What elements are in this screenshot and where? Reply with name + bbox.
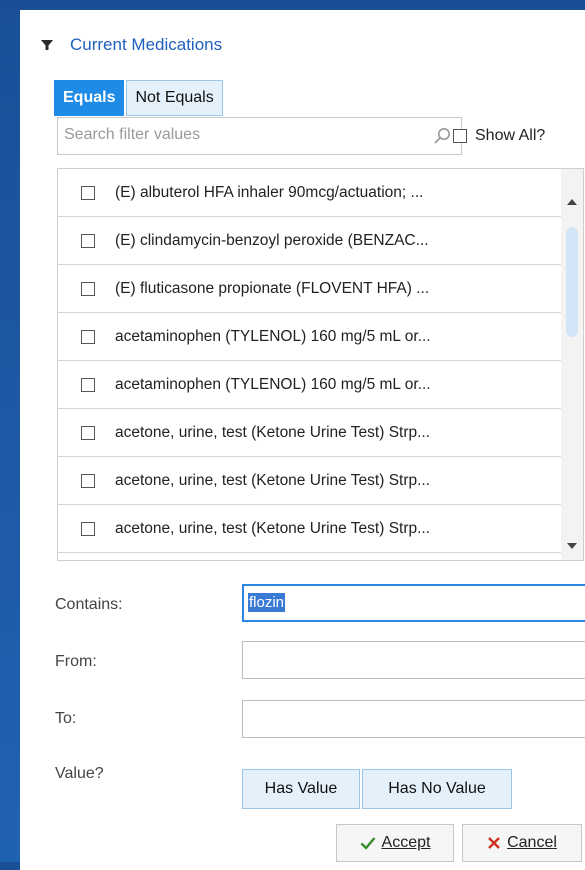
filter-funnel-icon [41, 40, 53, 50]
to-input[interactable] [242, 700, 585, 738]
close-icon [488, 837, 500, 849]
contains-label: Contains: [55, 596, 123, 613]
list-item[interactable]: (E) fluticasone propionate (FLOVENT HFA)… [58, 265, 583, 313]
contains-value: flozin [248, 593, 286, 612]
item-label: (E) albuterol HFA inhaler 90mcg/actuatio… [115, 183, 424, 201]
checkmark-icon [360, 837, 375, 850]
list-item[interactable]: acetone, urine, test (Ketone Urine Test)… [58, 505, 583, 553]
list-item[interactable]: acetaminophen (TYLENOL) 160 mg/5 mL or..… [58, 361, 583, 409]
from-input[interactable] [242, 641, 585, 679]
item-label: (E) clindamycin-benzoyl peroxide (BENZAC… [115, 231, 429, 249]
item-label: acetone, urine, test (Ketone Urine Test)… [115, 423, 431, 441]
has-no-value-button[interactable]: Has No Value [362, 769, 512, 809]
item-label: acetone, urine, test (Ketone Urine Test)… [115, 471, 431, 489]
item-checkbox[interactable] [81, 521, 95, 536]
list-scrollbar[interactable] [561, 169, 583, 560]
not-equals-button[interactable]: Not Equals [126, 80, 223, 116]
show-all-label: Show All? [475, 127, 546, 144]
has-value-button[interactable]: Has Value [242, 769, 360, 809]
list-item[interactable]: (E) clindamycin-benzoyl peroxide (BENZAC… [58, 217, 583, 265]
list-item[interactable]: acetaminophen (TYLENOL) 160 mg/5 mL or..… [58, 313, 583, 361]
scrollbar-thumb[interactable] [566, 227, 578, 337]
list-item[interactable]: (E) albuterol HFA inhaler 90mcg/actuatio… [58, 169, 583, 217]
filter-title[interactable]: Current Medications [70, 35, 222, 55]
search-icon[interactable] [433, 127, 451, 145]
accept-label: Accept [381, 834, 431, 851]
item-label: acetaminophen (TYLENOL) 160 mg/5 mL or..… [115, 327, 431, 345]
item-label: acetaminophen (TYLENOL) 160 mg/5 mL or..… [115, 375, 431, 393]
filter-values-list: (E) albuterol HFA inhaler 90mcg/actuatio… [57, 168, 584, 561]
cancel-label: Cancel [507, 834, 557, 851]
filter-panel: Current Medications Equals Not Equals Sh… [20, 10, 585, 870]
item-checkbox[interactable] [81, 377, 95, 392]
cancel-button[interactable]: Cancel [462, 824, 582, 862]
accept-button[interactable]: Accept [336, 824, 454, 862]
show-all-toggle[interactable]: Show All? [453, 127, 545, 145]
list-item[interactable]: acetone, urine, test (Ketone Urine Test)… [58, 457, 583, 505]
equals-button[interactable]: Equals [54, 80, 125, 116]
value-label: Value? [55, 765, 104, 782]
item-checkbox[interactable] [81, 473, 95, 488]
scroll-up-icon[interactable] [567, 199, 577, 205]
item-checkbox[interactable] [81, 281, 95, 296]
contains-input[interactable]: flozin [242, 584, 585, 622]
search-field[interactable] [57, 117, 462, 155]
item-label: (E) fluticasone propionate (FLOVENT HFA)… [115, 279, 430, 297]
scroll-down-icon[interactable] [567, 543, 577, 549]
list-item[interactable]: acetone, urine, test (Ketone Urine Test)… [58, 409, 583, 457]
item-checkbox[interactable] [81, 329, 95, 344]
filter-header: Current Medications [40, 35, 222, 55]
to-label: To: [55, 710, 77, 727]
item-label: acetone, urine, test (Ketone Urine Test)… [115, 519, 431, 537]
search-input[interactable] [58, 118, 410, 152]
match-mode-toggle: Equals Not Equals [54, 80, 225, 116]
show-all-checkbox[interactable] [453, 129, 467, 143]
item-checkbox[interactable] [81, 233, 95, 248]
from-label: From: [55, 653, 97, 670]
item-checkbox[interactable] [81, 185, 95, 200]
item-checkbox[interactable] [81, 425, 95, 440]
